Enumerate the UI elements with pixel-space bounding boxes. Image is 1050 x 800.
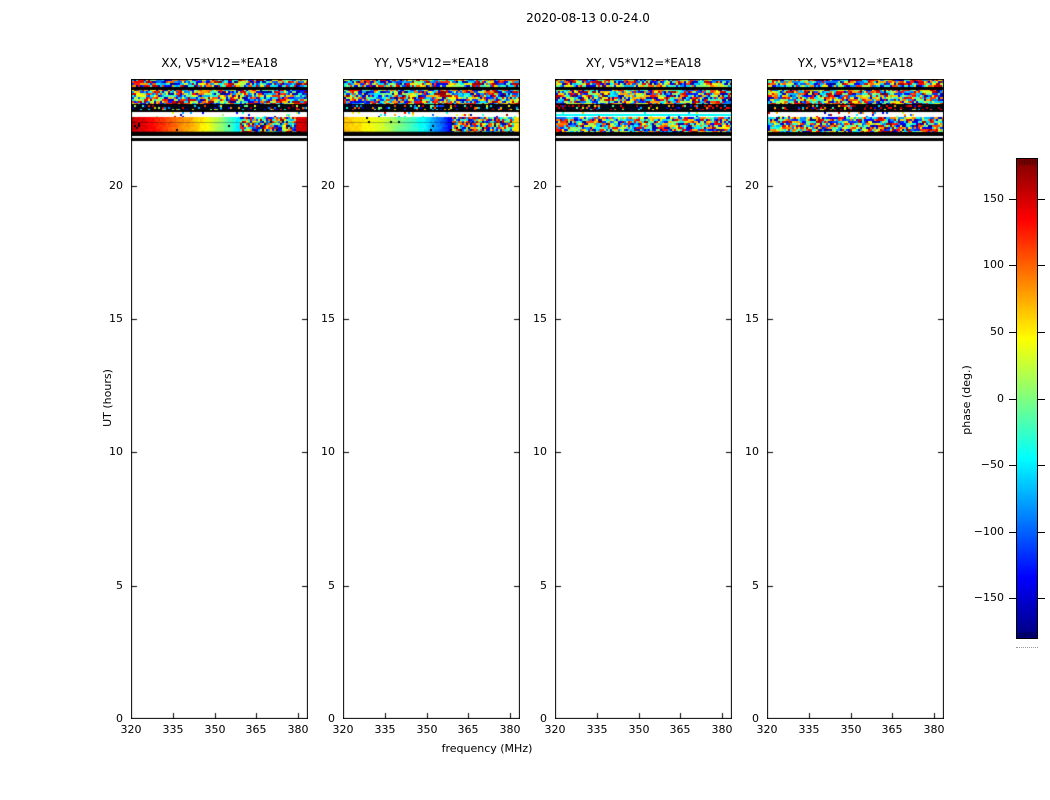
x-tick-label: 350 [628,723,650,736]
y-tick-label: 15 [745,312,759,325]
x-tick-label: 380 [287,723,309,736]
x-tick-label: 320 [544,723,566,736]
x-tick-label: 365 [669,723,691,736]
x-axis-label: frequency (MHz) [441,742,533,755]
colorbar-tick-left [1009,532,1016,533]
colorbar-tick-right [1038,332,1045,333]
colorbar-tick-right [1038,465,1045,466]
panel-title-xy: XY, V5*V12=*EA18 [585,56,702,70]
colorbar-tick-left [1009,399,1016,400]
y-tick-label: 5 [752,579,759,592]
colorbar-canvas [1016,158,1038,639]
x-tick-label: 320 [120,723,142,736]
colorbar-tick-right [1038,199,1045,200]
y-tick-label: 5 [328,579,335,592]
y-tick-label: 15 [109,312,123,325]
heatmap-panel-yx [767,79,944,719]
colorbar-tick-label: 0 [997,392,1004,405]
colorbar-tick-left [1009,265,1016,266]
colorbar-tick-label: −100 [973,525,1004,538]
panel-title-yx: YX, V5*V12=*EA18 [797,56,914,70]
colorbar-dotted-baseline [1016,647,1038,648]
y-tick-label: 20 [745,179,759,192]
heatmap-panel-xy [555,79,732,719]
x-tick-label: 335 [798,723,820,736]
x-tick-label: 335 [162,723,184,736]
panel-title-xx: XX, V5*V12=*EA18 [161,56,278,70]
y-tick-label: 10 [745,445,759,458]
x-tick-label: 350 [416,723,438,736]
colorbar-tick-left [1009,598,1016,599]
y-tick-label: 10 [109,445,123,458]
y-tick-label: 20 [109,179,123,192]
x-tick-label: 380 [923,723,945,736]
colorbar-tick-right [1038,598,1045,599]
y-tick-label: 5 [540,579,547,592]
x-tick-label: 365 [457,723,479,736]
colorbar-tick-label: 150 [983,192,1004,205]
colorbar-tick-left [1009,199,1016,200]
y-tick-label: 15 [533,312,547,325]
y-tick-label: 15 [321,312,335,325]
y-tick-label: 10 [321,445,335,458]
colorbar-tick-right [1038,532,1045,533]
x-tick-label: 380 [499,723,521,736]
x-tick-label: 335 [374,723,396,736]
colorbar-tick-right [1038,399,1045,400]
y-tick-label: 10 [533,445,547,458]
y-tick-label: 20 [533,179,547,192]
colorbar-tick-label: 50 [990,325,1004,338]
x-tick-label: 350 [840,723,862,736]
y-axis-label: UT (hours) [101,369,114,427]
heatmap-panel-xx [131,79,308,719]
y-tick-label: 20 [321,179,335,192]
panel-title-yy: YY, V5*V12=*EA18 [374,56,489,70]
colorbar-tick-left [1009,332,1016,333]
colorbar-tick-label: −150 [973,591,1004,604]
figure-title: 2020-08-13 0.0-24.0 [526,11,650,25]
x-tick-label: 350 [204,723,226,736]
heatmap-panel-yy [343,79,520,719]
x-tick-label: 320 [756,723,778,736]
y-tick-label: 5 [116,579,123,592]
colorbar-tick-label: 100 [983,258,1004,271]
figure: 2020-08-13 0.0-24.0 UT (hours) frequency… [0,0,1050,800]
x-tick-label: 365 [245,723,267,736]
colorbar-tick-left [1009,465,1016,466]
x-tick-label: 380 [711,723,733,736]
x-tick-label: 365 [881,723,903,736]
colorbar-tick-right [1038,265,1045,266]
x-tick-label: 320 [332,723,354,736]
colorbar-tick-label: −50 [980,458,1004,471]
x-tick-label: 335 [586,723,608,736]
